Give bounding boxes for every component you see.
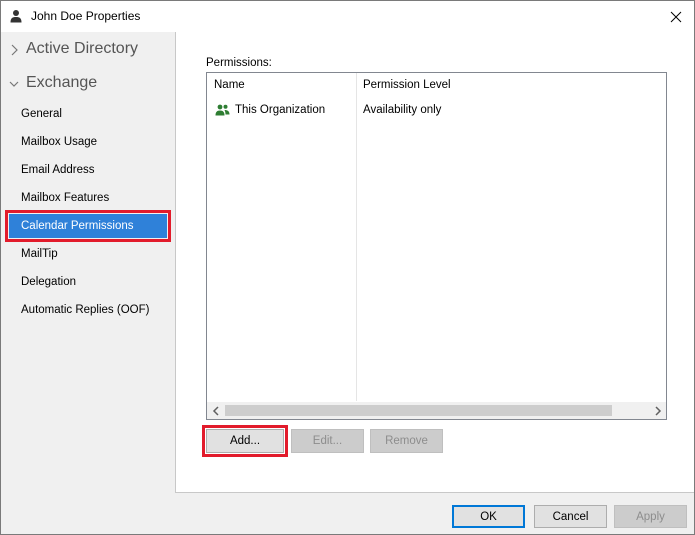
- user-icon: [10, 10, 22, 23]
- horizontal-scrollbar[interactable]: [207, 402, 666, 419]
- edit-button-label: Edit...: [312, 435, 343, 447]
- permissions-label: Permissions:: [206, 57, 272, 69]
- nav-group-exchange[interactable]: Exchange: [1, 70, 175, 98]
- cancel-button[interactable]: Cancel: [534, 505, 607, 528]
- row-name-cell: This Organization: [215, 100, 325, 120]
- title-bar: John Doe Properties: [1, 1, 694, 32]
- group-icon: [215, 104, 230, 116]
- nav-group-active-directory[interactable]: Active Directory: [1, 36, 175, 64]
- close-button[interactable]: [658, 1, 694, 32]
- window-title: John Doe Properties: [31, 9, 141, 23]
- sidebar-item-mailbox-usage[interactable]: Mailbox Usage: [9, 130, 167, 154]
- properties-dialog: John Doe Properties Active Directory Exc…: [0, 0, 695, 535]
- ok-button[interactable]: OK: [452, 505, 525, 528]
- ok-button-label: OK: [480, 510, 497, 523]
- sidebar-item-calendar-permissions[interactable]: Calendar Permissions: [5, 210, 171, 242]
- sidebar-item-mailtip[interactable]: MailTip: [9, 242, 167, 266]
- sidebar-item-delegation[interactable]: Delegation: [9, 270, 167, 294]
- column-header-permission-level[interactable]: Permission Level: [356, 73, 666, 97]
- add-button-label: Add...: [229, 435, 261, 447]
- remove-button-label: Remove: [385, 435, 428, 447]
- content-panel: Permissions: Name Permission Level This …: [175, 32, 694, 493]
- row-name: This Organization: [235, 104, 326, 116]
- sidebar-item-general[interactable]: General: [9, 102, 167, 126]
- close-icon: [670, 11, 682, 22]
- column-header-name[interactable]: Name: [207, 73, 356, 97]
- apply-button[interactable]: Apply: [614, 505, 687, 528]
- chevron-left-icon: [212, 405, 219, 416]
- scroll-right-button[interactable]: [649, 402, 666, 419]
- sidebar: Active Directory Exchange General Mailbo…: [1, 32, 175, 534]
- apply-button-label: Apply: [636, 510, 665, 523]
- add-button[interactable]: Add...: [202, 425, 288, 457]
- scrollbar-thumb[interactable]: [225, 405, 612, 416]
- edit-button[interactable]: Edit...: [291, 429, 364, 453]
- sidebar-item-email-address[interactable]: Email Address: [9, 158, 167, 182]
- nav-group-label: Active Directory: [26, 40, 139, 57]
- chevron-right-icon: [654, 405, 661, 416]
- row-permission-level: Availability only: [363, 104, 442, 116]
- scroll-left-button[interactable]: [207, 402, 224, 419]
- nav-group-label: Exchange: [26, 74, 98, 91]
- chevron-down-icon: [9, 81, 19, 87]
- remove-button[interactable]: Remove: [370, 429, 443, 453]
- permissions-list[interactable]: Name Permission Level This Organization …: [206, 72, 667, 420]
- column-divider: [356, 73, 357, 401]
- sidebar-item-automatic-replies[interactable]: Automatic Replies (OOF): [9, 298, 167, 322]
- chevron-right-icon: [11, 44, 18, 56]
- cancel-button-label: Cancel: [552, 510, 589, 523]
- sidebar-item-mailbox-features[interactable]: Mailbox Features: [9, 186, 167, 210]
